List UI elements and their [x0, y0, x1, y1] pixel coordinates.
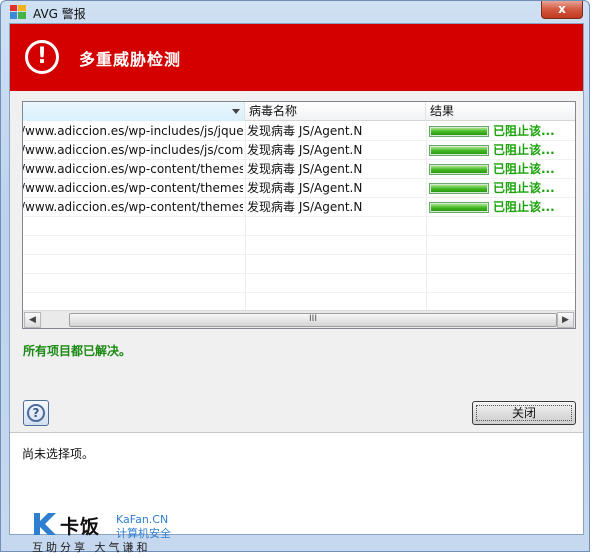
alert-title: 多重威胁检测 — [79, 50, 182, 69]
result-progress-bar — [429, 183, 489, 194]
close-button[interactable]: 关闭 — [472, 401, 576, 425]
result-cell: 已阻止该... — [428, 198, 575, 217]
result-cell: 已阻止该... — [428, 160, 575, 179]
result-label: 已阻止该... — [493, 124, 555, 138]
window-close-button[interactable]: x — [541, 1, 583, 19]
result-cell: 已阻止该... — [428, 179, 575, 198]
progress-fill — [431, 185, 487, 192]
threat-name-cell: 发现病毒 JS/Agent.N — [247, 124, 363, 138]
table-row[interactable]: /www.adiccion.es/wp-content/themes... 发现病… — [23, 179, 575, 198]
file-path-cell: /www.adiccion.es/wp-includes/js/com... — [23, 143, 243, 157]
table-row[interactable]: /www.adiccion.es/wp-includes/js/jquer...… — [23, 122, 575, 141]
threat-name-cell: 发现病毒 JS/Agent.N — [247, 200, 363, 214]
column-header-path[interactable] — [23, 102, 245, 121]
watermark-name: 卡饭 — [60, 516, 101, 538]
empty-row — [23, 217, 575, 236]
table-row[interactable]: /www.adiccion.es/wp-content/themes... 发现病… — [23, 160, 575, 179]
table-body: /www.adiccion.es/wp-includes/js/jquer...… — [23, 122, 575, 310]
progress-fill — [431, 166, 487, 173]
empty-row — [23, 255, 575, 274]
kafan-logo-icon — [34, 513, 56, 535]
progress-fill — [431, 204, 487, 211]
table-row[interactable]: /www.adiccion.es/wp-content/themes... 发现病… — [23, 198, 575, 217]
focus-rectangle — [476, 405, 572, 421]
file-path-cell: /www.adiccion.es/wp-content/themes... — [23, 200, 243, 214]
file-path-cell: /www.adiccion.es/wp-includes/js/jquer... — [23, 124, 243, 138]
scroll-thumb[interactable]: III — [69, 313, 557, 327]
column-header-result[interactable]: 结果 — [426, 102, 575, 121]
window-title: AVG 警报 — [33, 7, 86, 21]
result-label: 已阻止该... — [493, 200, 555, 214]
title-bar[interactable]: AVG 警报 x — [1, 1, 591, 23]
help-button[interactable]: ? — [23, 400, 49, 426]
result-label: 已阻止该... — [493, 162, 555, 176]
result-cell: 已阻止该... — [428, 141, 575, 160]
horizontal-scrollbar[interactable]: ◀ III ▶ — [23, 310, 575, 328]
threat-table: 病毒名称 结果 /www.adiccion.es/wp-includes/js/… — [22, 101, 576, 329]
details-text: 尚未选择项。 — [22, 447, 95, 461]
result-progress-bar — [429, 202, 489, 213]
table-row[interactable]: /www.adiccion.es/wp-includes/js/com... 发现… — [23, 141, 575, 160]
empty-row — [23, 274, 575, 293]
result-label: 已阻止该... — [493, 181, 555, 195]
status-message: 所有项目都已解决。 — [23, 344, 132, 358]
threat-name-cell: 发现病毒 JS/Agent.N — [247, 143, 363, 157]
result-label: 已阻止该... — [493, 143, 555, 157]
scroll-right-button[interactable]: ▶ — [557, 312, 574, 328]
result-progress-bar — [429, 145, 489, 156]
question-mark-icon: ? — [27, 404, 45, 422]
avg-logo-icon — [10, 5, 26, 19]
exclamation-icon: ! — [25, 40, 59, 74]
file-path-cell: /www.adiccion.es/wp-content/themes... — [23, 162, 243, 176]
empty-row — [23, 293, 575, 310]
result-progress-bar — [429, 126, 489, 137]
result-progress-bar — [429, 164, 489, 175]
result-cell: 已阻止该... — [428, 122, 575, 141]
empty-row — [23, 236, 575, 255]
progress-fill — [431, 147, 487, 154]
table-header: 病毒名称 结果 — [23, 102, 575, 121]
threat-name-cell: 发现病毒 JS/Agent.N — [247, 162, 363, 176]
file-path-cell: /www.adiccion.es/wp-content/themes... — [23, 181, 243, 195]
scroll-left-button[interactable]: ◀ — [24, 312, 41, 328]
dialog-body: ! 多重威胁检测 病毒名称 结果 /www.adiccion.es/wp-inc… — [9, 23, 584, 535]
sort-arrow-icon — [232, 109, 240, 114]
kafan-watermark: 卡饭 KaFan.CN 计算机安全 互助分享 大气谦和 — [26, 511, 206, 555]
watermark-slogan: 互助分享 大气谦和 — [32, 541, 151, 554]
alert-header: ! 多重威胁检测 — [10, 24, 583, 91]
threat-name-cell: 发现病毒 JS/Agent.N — [247, 181, 363, 195]
column-header-threat-name[interactable]: 病毒名称 — [245, 102, 426, 121]
alert-window: AVG 警报 x ! 多重威胁检测 病毒名称 结果 /www.adiccion.… — [0, 0, 590, 552]
progress-fill — [431, 128, 487, 135]
